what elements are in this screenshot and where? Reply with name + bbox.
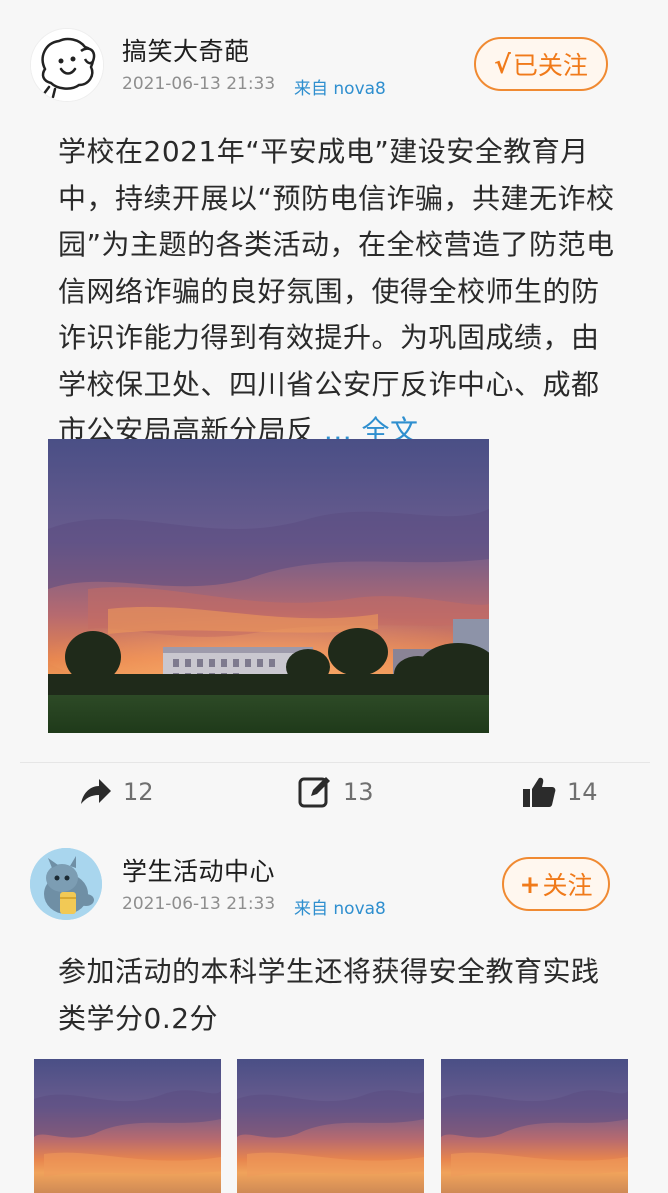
sunset-campus-photo xyxy=(48,439,489,733)
post-image-thumbnail[interactable] xyxy=(441,1059,628,1193)
sunset-campus-photo xyxy=(441,1059,628,1193)
check-icon: √ xyxy=(494,49,511,79)
post-body: 学校在2021年“平安成电”建设安全教育月中，持续开展以“预防电信诈骗，共建无诈… xyxy=(58,135,615,447)
post-image[interactable] xyxy=(48,439,489,733)
following-button[interactable]: √ 已关注 xyxy=(474,37,608,91)
thumbs-up-icon xyxy=(521,774,557,810)
username[interactable]: 学生活动中心 xyxy=(122,852,275,888)
sunset-campus-photo xyxy=(34,1059,221,1193)
username[interactable]: 搞笑大奇葩 xyxy=(122,32,250,68)
post-source: 来自 nova8 xyxy=(294,79,386,99)
avatar[interactable] xyxy=(30,848,102,920)
comment-count: 13 xyxy=(343,778,374,806)
post-time: 2021-06-13 21:33 xyxy=(122,894,276,914)
repost-button[interactable]: 12 xyxy=(77,774,154,810)
avatar[interactable] xyxy=(30,28,104,102)
edit-square-icon xyxy=(297,774,333,810)
divider xyxy=(20,762,650,763)
repost-count: 12 xyxy=(123,778,154,806)
sunset-campus-photo xyxy=(237,1059,424,1193)
post-image-thumbnail[interactable] xyxy=(34,1059,221,1193)
post-image-thumbnail[interactable] xyxy=(237,1059,424,1193)
mascot-avatar-icon xyxy=(30,848,102,920)
dog-cartoon-icon xyxy=(31,29,103,101)
follow-button[interactable]: + 关注 xyxy=(502,857,610,911)
share-arrow-icon xyxy=(77,774,113,810)
post-source: 来自 nova8 xyxy=(294,899,386,919)
like-count: 14 xyxy=(567,778,598,806)
feed: 搞笑大奇葩 2021-06-13 21:33 来自 nova8 √ 已关注 学校… xyxy=(0,0,668,1193)
post-time: 2021-06-13 21:33 xyxy=(122,74,276,94)
follow-label: 关注 xyxy=(542,871,593,900)
post-text: 学校在2021年“平安成电”建设安全教育月中，持续开展以“预防电信诈骗，共建无诈… xyxy=(58,129,618,455)
post-text: 参加活动的本科学生还将获得安全教育实践类学分0.2分 xyxy=(58,949,618,1042)
comment-button[interactable]: 13 xyxy=(297,774,374,810)
follow-label: 已关注 xyxy=(512,51,588,80)
plus-icon: + xyxy=(519,869,541,899)
like-button[interactable]: 14 xyxy=(521,774,598,810)
post-body: 参加活动的本科学生还将获得安全教育实践类学分0.2分 xyxy=(58,955,600,1035)
